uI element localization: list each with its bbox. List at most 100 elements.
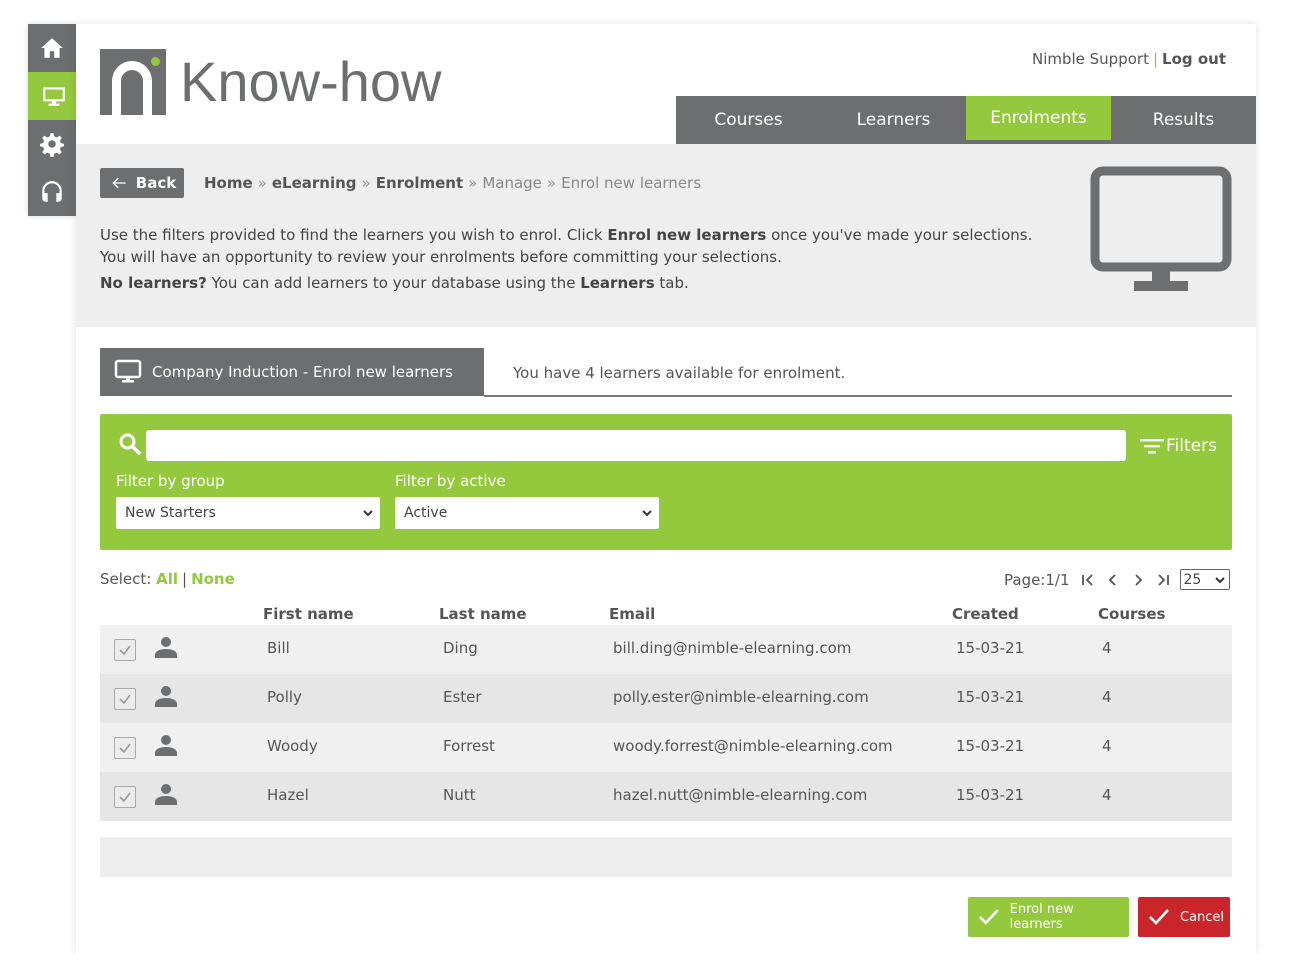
col-email[interactable]: Email: [609, 605, 655, 623]
breadcrumb-sep: »: [257, 174, 267, 192]
course-tab[interactable]: Company Induction - Enrol new learners: [100, 348, 484, 396]
cell-first-name: Hazel: [267, 786, 309, 804]
person-icon: [155, 735, 177, 756]
back-button[interactable]: Back: [100, 168, 184, 198]
chevron-down-icon: [1214, 577, 1225, 584]
app-root: Know-how Nimble Support | Log out Courses …: [0, 0, 1290, 954]
cell-last-name: Forrest: [443, 737, 495, 755]
cell-created: 15-03-21: [956, 688, 1025, 706]
row-checkbox[interactable]: [114, 639, 136, 661]
row-checkbox[interactable]: [114, 737, 136, 759]
breadcrumb-elearning[interactable]: eLearning: [272, 174, 357, 192]
rail-elearning-button[interactable]: [28, 72, 80, 120]
breadcrumb-sep: »: [546, 174, 557, 192]
back-button-label: Back: [135, 174, 177, 192]
col-created[interactable]: Created: [952, 605, 1019, 623]
group-filter-value: New Starters: [125, 505, 216, 521]
table-row[interactable]: Hazel Nutt hazel.nutt@nimble-elearning.c…: [100, 772, 1232, 821]
cell-email: bill.ding@nimble-elearning.com: [613, 639, 852, 657]
chevron-down-icon: [363, 510, 373, 517]
brand-name: Know-how: [180, 50, 442, 113]
next-page-icon[interactable]: [1131, 573, 1145, 587]
select-all-link[interactable]: All: [156, 570, 178, 588]
monitor-icon: [114, 359, 142, 383]
table-row[interactable]: Woody Forrest woody.forrest@nimble-elear…: [100, 723, 1232, 772]
breadcrumb: Home» eLearning» Enrolment» Manage» Enrol ne…: [204, 174, 701, 192]
breadcrumb-enrolment[interactable]: Enrolment: [376, 174, 463, 192]
prev-page-icon[interactable]: [1106, 573, 1120, 587]
check-icon: [979, 909, 999, 925]
intro-line2: You will have an opportunity to review y…: [100, 248, 782, 266]
tab-word: tab.: [654, 274, 689, 292]
rail-support-button[interactable]: [28, 168, 76, 216]
cell-created: 15-03-21: [956, 737, 1025, 755]
row-checkbox[interactable]: [114, 688, 136, 710]
tab-results[interactable]: Results: [1111, 96, 1256, 144]
group-filter-label: Filter by group: [116, 472, 225, 490]
pager: Page:1/1 25: [1004, 569, 1230, 590]
col-courses[interactable]: Courses: [1098, 605, 1165, 623]
search-input[interactable]: [146, 430, 1126, 461]
group-filter-select[interactable]: New Starters: [116, 497, 380, 529]
monitor-icon: [1090, 166, 1232, 291]
row-checkbox[interactable]: [114, 786, 136, 808]
cancel-button[interactable]: Cancel: [1138, 897, 1230, 937]
cell-courses: 4: [1102, 786, 1112, 804]
cell-first-name: Bill: [267, 639, 290, 657]
course-tab-label: Company Induction - Enrol new learners: [152, 363, 453, 381]
tab-enrolments[interactable]: Enrolments: [966, 96, 1111, 144]
rail-settings-button[interactable]: [28, 120, 76, 168]
active-filter-select[interactable]: Active: [395, 497, 659, 529]
col-first-name[interactable]: First name: [263, 605, 354, 623]
top-links: Nimble Support | Log out: [1032, 50, 1226, 68]
table-row[interactable]: Bill Ding bill.ding@nimble-elearning.com…: [100, 625, 1232, 674]
no-learners-bold: No learners?: [100, 274, 207, 292]
table-header: First name Last name Email Created Cours…: [100, 605, 1232, 627]
filters-button-label: Filters: [1166, 436, 1217, 456]
filters-button[interactable]: Filters: [1140, 436, 1217, 456]
intro-part1: Use the filters provided to find the lea…: [100, 226, 608, 244]
tab-learners[interactable]: Learners: [821, 96, 966, 144]
top-links-separator: |: [1152, 50, 1159, 68]
breadcrumb-current: Enrol new learners: [561, 174, 702, 192]
check-icon: [119, 792, 131, 803]
arrow-left-icon: [112, 177, 126, 189]
last-page-icon[interactable]: [1156, 573, 1170, 587]
side-rail: [28, 24, 80, 216]
active-filter-value: Active: [404, 505, 448, 521]
select-none-link[interactable]: None: [191, 570, 235, 588]
person-icon: [155, 784, 177, 805]
logo-mark-icon: [100, 49, 166, 115]
chevron-down-icon: [642, 510, 652, 517]
rail-home-button[interactable]: [28, 24, 76, 72]
filter-icon: [1140, 439, 1164, 454]
cell-courses: 4: [1102, 688, 1112, 706]
enrol-button-label: Enrol new learners: [1009, 902, 1074, 932]
table-row[interactable]: Polly Ester polly.ester@nimble-elearning…: [100, 674, 1232, 723]
intro-bold1: Enrol new learners: [607, 226, 767, 244]
available-text: You have 4 learners available for enrolm…: [513, 364, 846, 382]
enrol-button[interactable]: Enrol new learners: [968, 897, 1129, 937]
page-indicator: Page:1/1: [1004, 570, 1070, 589]
intro-part2: once you've made your selections.: [766, 226, 1033, 244]
info-band: Back Home» eLearning» Enrolment» Manage» Enr…: [76, 144, 1256, 327]
support-link[interactable]: Nimble Support: [1032, 50, 1149, 68]
search-icon: [119, 433, 141, 455]
brand-logo[interactable]: Know-how: [100, 48, 441, 116]
first-page-icon[interactable]: [1081, 573, 1095, 587]
cell-email: woody.forrest@nimble-elearning.com: [613, 737, 893, 755]
breadcrumb-manage: Manage: [482, 174, 542, 192]
per-page-value: 25: [1183, 571, 1202, 588]
cell-last-name: Ester: [443, 688, 482, 706]
select-label: Select:: [100, 570, 152, 588]
active-filter-label: Filter by active: [395, 472, 506, 490]
tab-courses[interactable]: Courses: [676, 96, 821, 144]
main-nav: Courses Learners Enrolments Results: [676, 96, 1256, 144]
per-page-select[interactable]: 25: [1179, 569, 1230, 590]
breadcrumb-sep: »: [361, 174, 371, 192]
breadcrumb-home[interactable]: Home: [204, 174, 253, 192]
no-learners-text: No learners? You can add learners to you…: [100, 274, 1060, 292]
logout-link[interactable]: Log out: [1162, 50, 1226, 68]
col-last-name[interactable]: Last name: [439, 605, 527, 623]
tab-divider: [484, 395, 1232, 397]
